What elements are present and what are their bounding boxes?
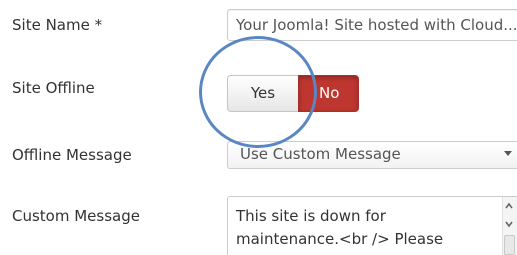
custom-message-line: maintenance.<br /> Please <box>236 230 444 248</box>
offline-message-select[interactable]: Use Custom Message <box>227 141 517 169</box>
site-name-label: Site Name * <box>12 16 103 34</box>
custom-message-textarea[interactable]: This site is down for maintenance.<br />… <box>227 196 517 255</box>
chevron-down-icon <box>504 151 512 156</box>
scrollbar-thumb[interactable] <box>504 235 515 255</box>
site-offline-yes-button[interactable]: Yes <box>227 75 298 112</box>
custom-message-line: This site is down for <box>236 207 386 225</box>
site-offline-no-button[interactable]: No <box>298 75 359 112</box>
scroll-down-arrow-icon[interactable] <box>504 219 514 229</box>
offline-message-selected-value: Use Custom Message <box>240 145 401 163</box>
site-name-input[interactable]: Your Joomla! Site hosted with Cloud... <box>227 9 517 41</box>
site-offline-label: Site Offline <box>12 79 95 97</box>
offline-message-label: Offline Message <box>12 146 132 164</box>
custom-message-label: Custom Message <box>12 207 140 225</box>
global-configuration-form: Site Name * Your Joomla! Site hosted wit… <box>0 0 517 255</box>
scroll-up-arrow-icon[interactable] <box>504 201 514 211</box>
site-offline-toggle[interactable]: Yes No <box>227 75 359 112</box>
